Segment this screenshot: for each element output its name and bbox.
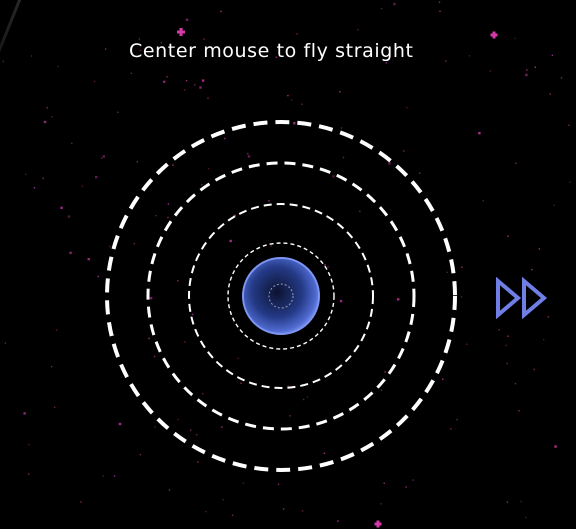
flight-target-rings xyxy=(105,120,457,472)
fast-forward-icon[interactable] xyxy=(494,277,550,319)
game-viewport[interactable]: Center mouse to fly straight xyxy=(0,0,576,529)
planet xyxy=(242,257,320,335)
